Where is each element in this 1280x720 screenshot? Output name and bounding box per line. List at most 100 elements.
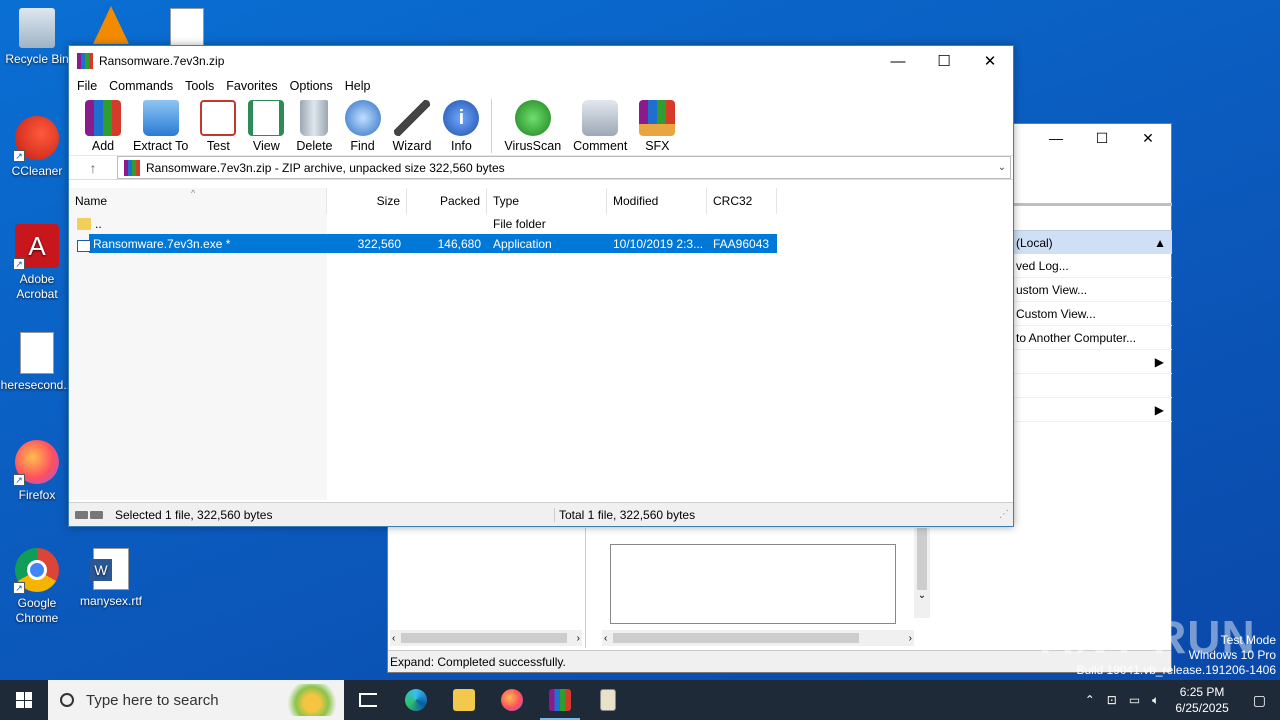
taskbar: Type here to search ⌃ ⊡ ▭ 🔈︎ 6:25 PM 6/2… — [0, 680, 1280, 720]
desktop-icon-label: Adobe Acrobat — [16, 272, 58, 301]
test-button[interactable]: Test — [194, 96, 242, 153]
battery-icon[interactable]: ▭ — [1123, 693, 1146, 707]
winrar-icon — [77, 53, 93, 69]
action-item[interactable] — [1014, 374, 1172, 398]
vlc-icon — [93, 6, 129, 44]
task-view-icon — [359, 693, 377, 707]
up-arrow-icon[interactable]: ↑ — [69, 160, 117, 176]
folder-icon — [142, 100, 179, 136]
column-packed[interactable]: Packed — [407, 188, 487, 214]
table-row-selected[interactable]: Ransomware.7ev3n.exe * 322,560 146,680 A… — [89, 234, 777, 253]
action-item[interactable]: ustom View... — [1014, 278, 1172, 302]
recycle-bin-icon — [19, 8, 55, 48]
info-button[interactable]: i Info — [437, 96, 485, 153]
column-headers: Name ^ Size Packed Type Modified CRC32 — [69, 188, 1013, 214]
folder-icon — [453, 689, 475, 711]
action-item[interactable]: ▶ — [1014, 398, 1172, 422]
chevron-up-icon[interactable]: ⌃ — [1079, 693, 1101, 707]
image-file-icon — [170, 8, 204, 46]
desktop-icon-label: Recycle Bin — [5, 52, 69, 66]
menu-commands[interactable]: Commands — [103, 79, 179, 93]
column-size[interactable]: Size — [327, 188, 407, 214]
close-button[interactable]: ✕ — [967, 46, 1013, 76]
search-icon — [60, 693, 74, 707]
maximize-button[interactable]: ☐ — [1079, 124, 1125, 152]
menu-options[interactable]: Options — [284, 79, 339, 93]
taskbar-winrar[interactable] — [536, 680, 584, 720]
desktop-icon-heresecond[interactable]: heresecond... — [0, 332, 74, 393]
action-item[interactable]: Custom View... — [1014, 302, 1172, 326]
network-icon[interactable]: ⊡ — [1101, 693, 1123, 707]
volume-icon[interactable]: 🔈︎ — [1146, 693, 1165, 708]
menu-help[interactable]: Help — [339, 79, 377, 93]
info-icon: i — [443, 100, 480, 136]
desktop-icon-vlc[interactable] — [74, 6, 148, 48]
extract-to-button[interactable]: Extract To — [127, 96, 194, 153]
action-item[interactable]: ved Log... — [1014, 254, 1172, 278]
desktop-icon-recycle-bin[interactable]: Recycle Bin — [0, 8, 74, 67]
virusscan-button[interactable]: VirusScan — [498, 96, 567, 153]
desktop-icon-ccleaner[interactable]: ↗ CCleaner — [0, 116, 74, 179]
view-button[interactable]: View — [242, 96, 290, 153]
action-item[interactable]: to Another Computer... — [1014, 326, 1172, 350]
delete-button[interactable]: Delete — [290, 96, 338, 153]
horizontal-scrollbar[interactable]: ‹ › — [602, 630, 914, 646]
taskbar-firefox[interactable] — [488, 680, 536, 720]
image-file-icon — [20, 332, 54, 374]
address-field[interactable]: Ransomware.7ev3n.zip - ZIP archive, unpa… — [117, 156, 1011, 179]
sfx-button[interactable]: SFX — [633, 96, 681, 153]
firefox-icon: ↗ — [13, 440, 59, 486]
desktop-icon-firefox[interactable]: ↗ Firefox — [0, 440, 74, 503]
event-viewer-icon — [600, 689, 616, 711]
resize-grip-icon[interactable]: ⋰ — [999, 509, 1013, 520]
file-list[interactable]: Name ^ Size Packed Type Modified CRC32 ..… — [69, 188, 1013, 500]
wizard-button[interactable]: Wizard — [387, 96, 438, 153]
add-button[interactable]: Add — [79, 96, 127, 153]
winrar-window[interactable]: Ransomware.7ev3n.zip — ☐ ✕ File Commands… — [68, 45, 1014, 527]
menu-file[interactable]: File — [71, 79, 103, 93]
task-view-button[interactable] — [344, 680, 392, 720]
maximize-button[interactable]: ☐ — [921, 46, 967, 76]
comment-button[interactable]: Comment — [567, 96, 633, 153]
horizontal-scrollbar[interactable]: ‹ › — [390, 630, 582, 646]
bug-scan-icon — [514, 100, 551, 136]
taskbar-event-viewer[interactable] — [584, 680, 632, 720]
address-bar: ↑ Ransomware.7ev3n.zip - ZIP archive, un… — [69, 156, 1013, 180]
drive-icon[interactable] — [69, 510, 103, 519]
sfx-box-icon — [639, 100, 676, 136]
chevron-down-icon[interactable]: ⌄ — [994, 162, 1010, 173]
menu-tools[interactable]: Tools — [179, 79, 220, 93]
taskbar-search[interactable]: Type here to search — [48, 680, 344, 720]
windows-logo-icon — [16, 692, 32, 708]
actions-header[interactable]: (Local) ▲ — [1014, 230, 1172, 254]
minimize-button[interactable]: — — [875, 46, 921, 76]
find-button[interactable]: Find — [339, 96, 387, 153]
column-name[interactable]: Name ^ — [69, 188, 327, 214]
column-crc32[interactable]: CRC32 — [707, 188, 777, 214]
magnifier-icon — [344, 100, 381, 136]
chevron-right-icon: ▶ — [1154, 403, 1164, 417]
clock[interactable]: 6:25 PM 6/25/2025 — [1165, 684, 1238, 716]
desktop-icon-manysex[interactable]: W manysex.rtf — [74, 548, 148, 609]
column-modified[interactable]: Modified — [607, 188, 707, 214]
desktop-icon-label: Google Chrome — [15, 596, 59, 625]
vertical-scrollbar[interactable]: ⌄ — [914, 528, 930, 618]
toolbar: Add Extract To Test View Delete Find Wiz… — [69, 96, 1013, 156]
desktop-icon-image[interactable] — [150, 8, 224, 50]
action-item[interactable]: ▶ — [1014, 350, 1172, 374]
minimize-button[interactable]: — — [1033, 124, 1079, 152]
close-button[interactable]: ✕ — [1125, 124, 1171, 152]
desktop-icon-chrome[interactable]: ↗ Google Chrome — [0, 548, 74, 626]
table-row[interactable]: .. File folder — [69, 214, 607, 233]
taskbar-file-explorer[interactable] — [440, 680, 488, 720]
desktop-icon-label: manysex.rtf — [79, 594, 142, 608]
menu-favorites[interactable]: Favorites — [220, 79, 283, 93]
taskbar-edge[interactable] — [392, 680, 440, 720]
notifications-icon[interactable]: ▢ — [1239, 692, 1280, 709]
add-archive-icon — [85, 100, 121, 136]
firefox-icon — [501, 689, 523, 711]
column-type[interactable]: Type — [487, 188, 607, 214]
desktop-icon-acrobat[interactable]: A ↗ Adobe Acrobat — [0, 224, 74, 302]
title-bar[interactable]: Ransomware.7ev3n.zip — ☐ ✕ — [69, 46, 1013, 76]
start-button[interactable] — [0, 680, 48, 720]
